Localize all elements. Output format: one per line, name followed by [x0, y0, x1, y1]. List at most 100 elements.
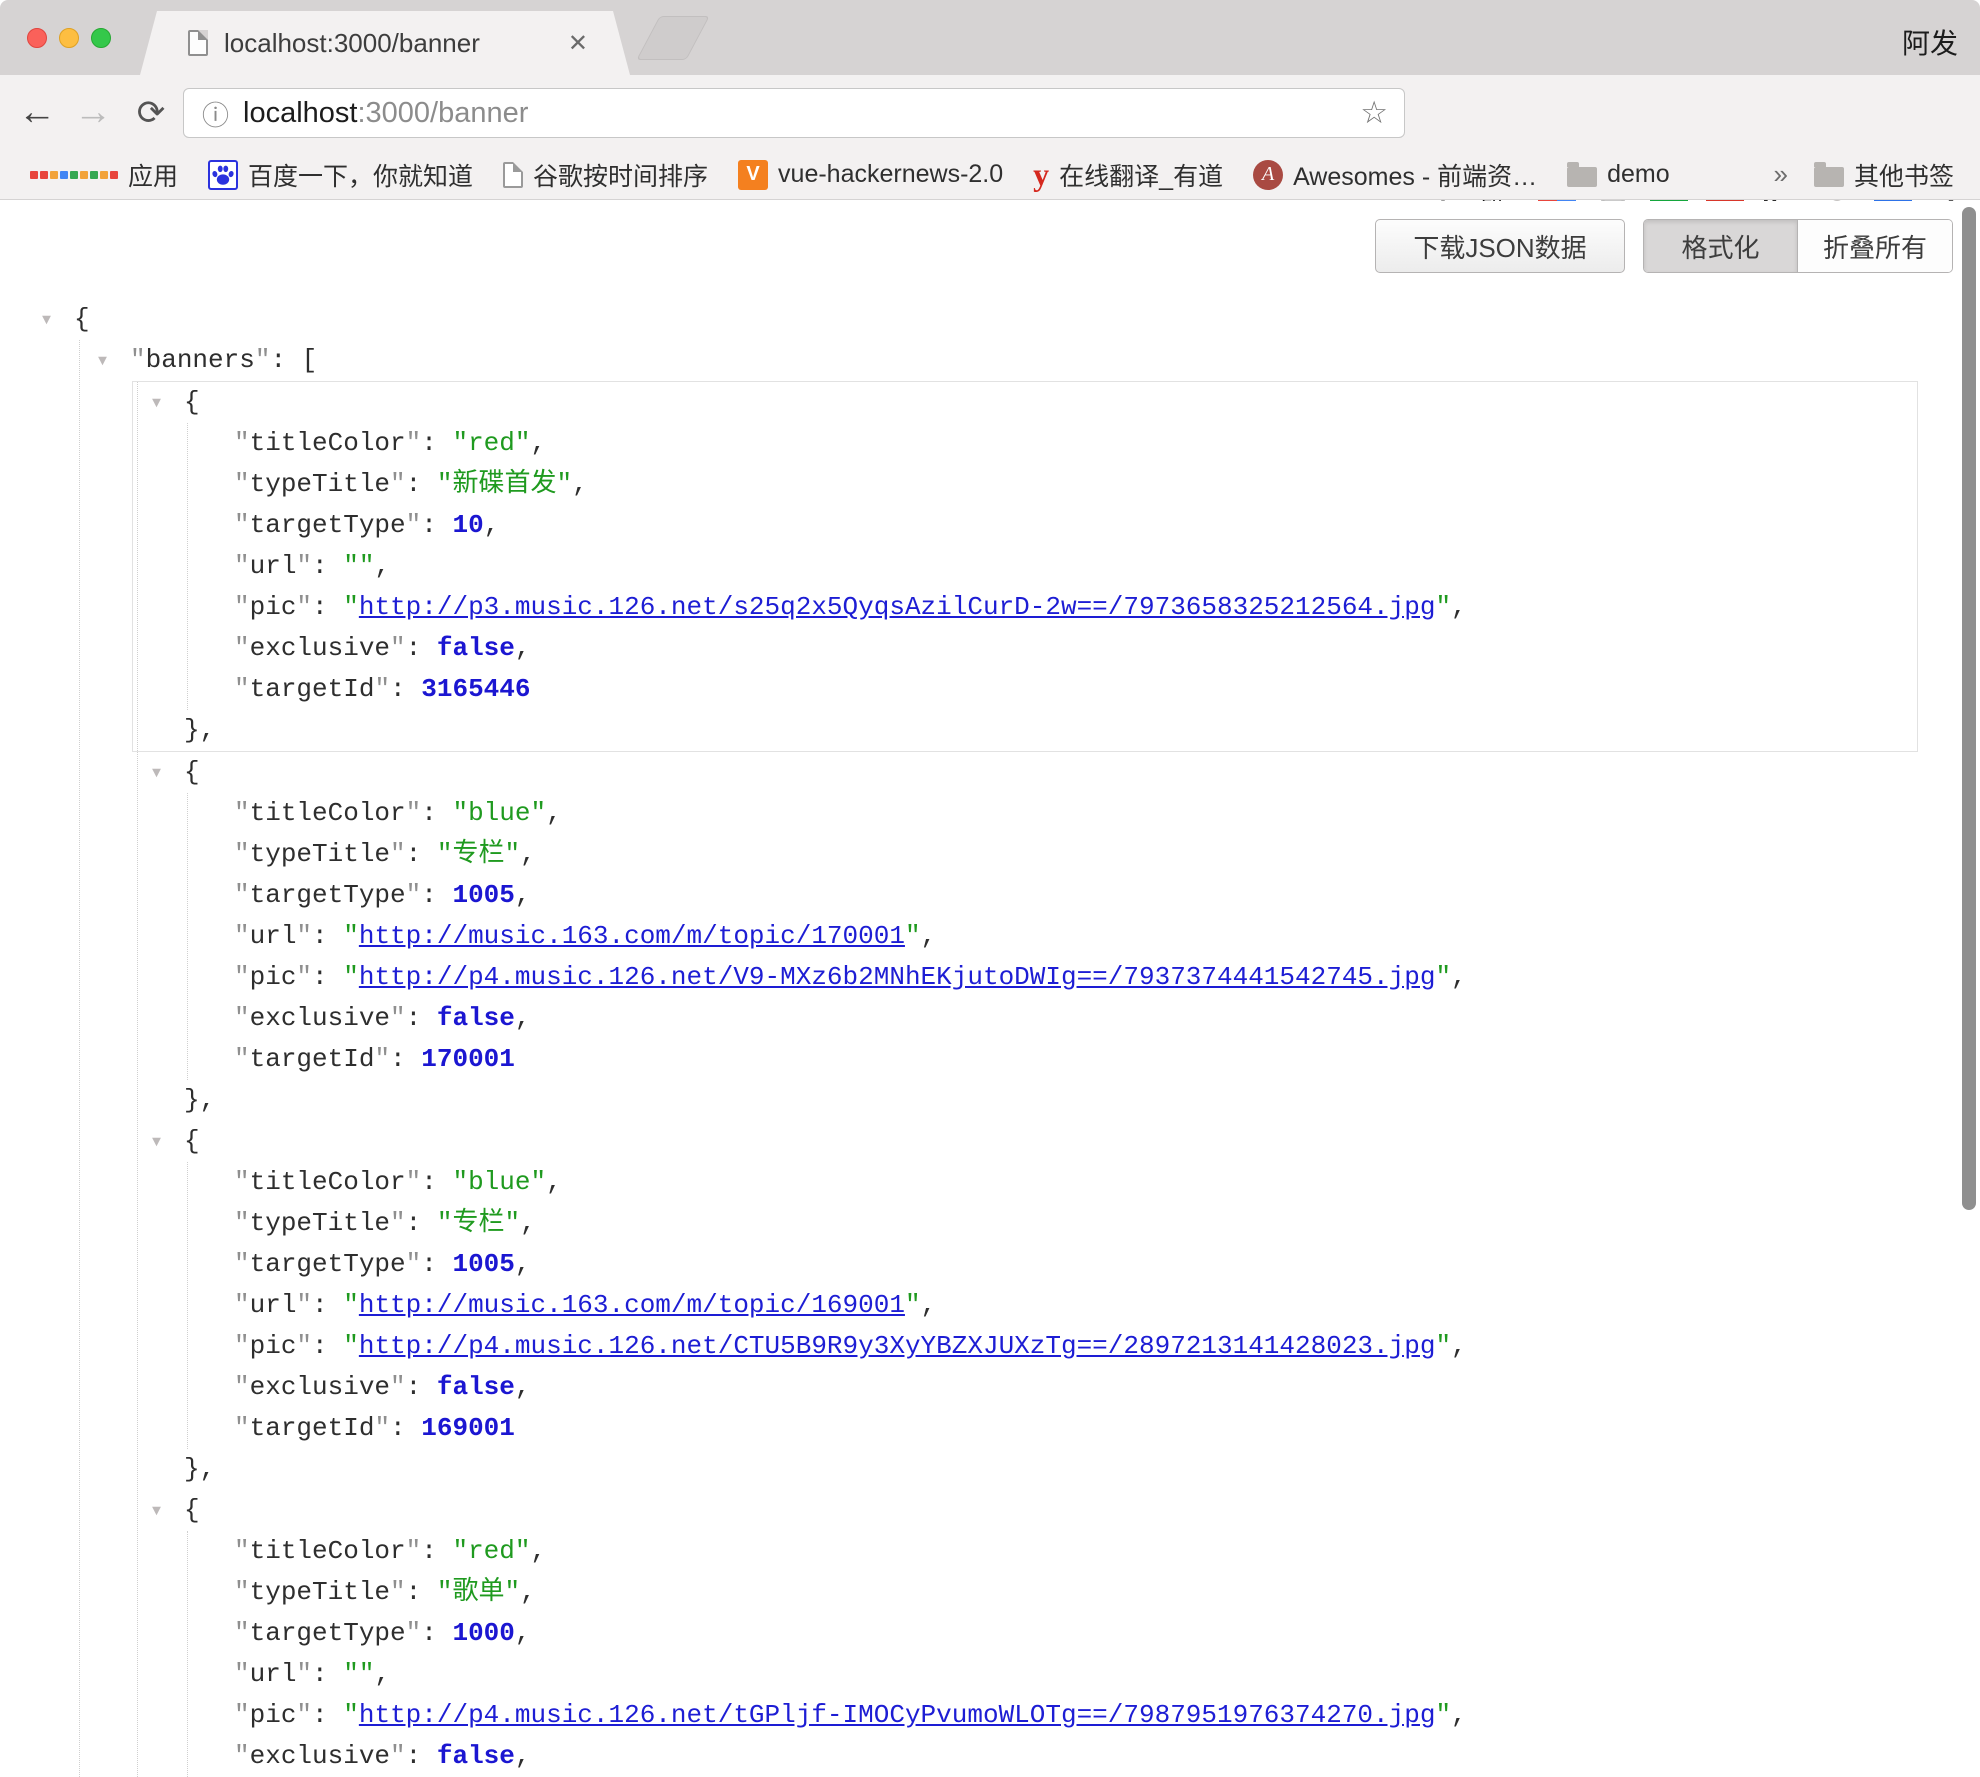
json-token-k: banners	[146, 345, 255, 375]
json-token-k: titleColor	[250, 428, 406, 458]
collapse-toggle-icon[interactable]: ▼	[152, 753, 161, 794]
bookmarks-overflow-icon[interactable]: »	[1774, 159, 1788, 190]
json-line: "typeTitle": "新碟首发",	[234, 464, 1917, 505]
json-token-p: :	[312, 962, 343, 992]
json-token-q: "	[234, 674, 250, 704]
json-link[interactable]: http://p4.music.126.net/tGPljf-IMOCyPvum…	[359, 1700, 1436, 1730]
json-token-s: "专栏"	[437, 1208, 520, 1238]
json-token-s: "blue"	[452, 798, 546, 828]
json-token-k: targetId	[250, 674, 375, 704]
json-token-p: },	[184, 1085, 215, 1115]
json-token-n: false	[437, 633, 515, 663]
json-token-s: "red"	[452, 1536, 530, 1566]
json-token-p: ,	[1451, 1700, 1467, 1730]
json-token-s: "	[1435, 962, 1451, 992]
json-token-p: :	[421, 510, 452, 540]
json-line: ▼{	[184, 382, 1917, 423]
json-token-p: :	[406, 1003, 437, 1033]
json-token-q: "	[406, 1249, 422, 1279]
collapse-toggle-icon[interactable]: ▼	[152, 1491, 161, 1532]
page-content: 下载JSON数据 格式化 折叠所有 ▼{▼"banners": [▼{"titl…	[0, 201, 1980, 1754]
youdao-icon: y	[1033, 156, 1049, 193]
back-icon[interactable]: ←	[14, 75, 60, 150]
json-token-p: ,	[546, 1167, 562, 1197]
json-token-s: "	[905, 1290, 921, 1320]
json-token-q: "	[234, 1741, 250, 1771]
window-close-button[interactable]	[27, 28, 47, 48]
json-line: ▼{	[74, 299, 1980, 340]
bookmark-apps[interactable]: 应用	[30, 157, 178, 193]
json-token-q: "	[296, 962, 312, 992]
json-array-item: ▼{"titleColor": "red","typeTitle": "歌单",…	[132, 1490, 1980, 1777]
json-token-p: :	[421, 1536, 452, 1566]
json-token-q: "	[234, 1003, 250, 1033]
json-token-p: :	[312, 1700, 343, 1730]
collapse-toggle-icon[interactable]: ▼	[152, 1122, 161, 1163]
tab-close-icon[interactable]: ✕	[568, 29, 588, 58]
json-token-p: :	[406, 469, 437, 499]
bookmark-baidu[interactable]: 百度一下，你就知道	[208, 157, 473, 193]
json-token-p: :	[390, 674, 421, 704]
info-icon[interactable]: ⓘ	[202, 94, 229, 133]
address-bar[interactable]: ⓘ localhost:3000/banner ☆	[183, 88, 1405, 138]
window-minimize-button[interactable]	[59, 28, 79, 48]
json-link[interactable]: http://music.163.com/m/topic/170001	[359, 921, 905, 951]
json-token-k: targetType	[250, 510, 406, 540]
json-link[interactable]: http://music.163.com/m/topic/169001	[359, 1290, 905, 1320]
json-line: },	[184, 1449, 1980, 1490]
json-token-p: ,	[1451, 962, 1467, 992]
bookmark-vue-hackernews[interactable]: V vue-hackernews-2.0	[738, 160, 1003, 190]
bookmark-awesomes[interactable]: A Awesomes - 前端资…	[1253, 157, 1537, 193]
collapse-toggle-icon[interactable]: ▼	[42, 300, 51, 341]
json-token-p: ,	[515, 1249, 531, 1279]
json-line: "pic": "http://p4.music.126.net/V9-MXz6b…	[234, 957, 1980, 998]
browser-tab[interactable]: localhost:3000/banner ✕	[140, 11, 630, 75]
view-mode-toggle: 格式化 折叠所有	[1643, 219, 1953, 273]
download-json-button[interactable]: 下载JSON数据	[1375, 219, 1625, 273]
other-bookmarks-folder[interactable]: 其他书签	[1814, 157, 1954, 193]
browser-user-name: 阿发	[1902, 22, 1958, 62]
json-token-k: targetType	[250, 880, 406, 910]
json-tree: ▼{▼"banners": [▼{"titleColor": "red","ty…	[0, 299, 1980, 1777]
json-line: "titleColor": "blue",	[234, 1162, 1980, 1203]
json-token-q: "	[234, 880, 250, 910]
bookmark-youdao[interactable]: y 在线翻译_有道	[1033, 156, 1223, 193]
json-token-p: :	[312, 1331, 343, 1361]
json-token-n: 10	[452, 510, 483, 540]
bookmark-demo-folder[interactable]: demo	[1567, 160, 1670, 189]
bookmark-label: 谷歌按时间排序	[533, 157, 708, 193]
json-token-p: ,	[530, 428, 546, 458]
json-token-k: titleColor	[250, 798, 406, 828]
json-token-q: "	[390, 1741, 406, 1771]
json-token-k: url	[250, 1659, 297, 1689]
json-token-q: "	[234, 1536, 250, 1566]
json-line: },	[184, 1080, 1980, 1121]
json-link[interactable]: http://p4.music.126.net/CTU5B9R9y3XyYBZX…	[359, 1331, 1436, 1361]
collapse-toggle-icon[interactable]: ▼	[152, 383, 161, 424]
json-token-p: :	[421, 798, 452, 828]
json-link[interactable]: http://p3.music.126.net/s25q2x5QyqsAzilC…	[359, 592, 1436, 622]
collapse-all-button[interactable]: 折叠所有	[1798, 220, 1952, 272]
json-token-q: "	[234, 1618, 250, 1648]
json-line: "targetType": 1005,	[234, 875, 1980, 916]
json-token-n: false	[437, 1741, 515, 1771]
bookmark-star-icon[interactable]: ☆	[1360, 95, 1388, 131]
json-line: ▼"banners": [	[130, 340, 1980, 381]
json-token-p: :	[390, 1413, 421, 1443]
collapse-toggle-icon[interactable]: ▼	[98, 341, 107, 382]
window-zoom-button[interactable]	[91, 28, 111, 48]
json-line: "url": "",	[234, 546, 1917, 587]
json-array-item: ▼{"titleColor": "blue","typeTitle": "专栏"…	[132, 752, 1980, 1121]
json-link[interactable]: http://p4.music.126.net/V9-MXz6b2MNhEKju…	[359, 962, 1436, 992]
reload-icon[interactable]: ⟳	[128, 75, 174, 150]
json-token-p: ,	[530, 1536, 546, 1566]
json-token-q: "	[296, 921, 312, 951]
json-line: "titleColor": "red",	[234, 423, 1917, 464]
scrollbar-thumb[interactable]	[1962, 207, 1976, 1210]
bookmark-google-sort[interactable]: 谷歌按时间排序	[503, 157, 708, 193]
json-token-n: 1000	[452, 1618, 514, 1648]
format-button[interactable]: 格式化	[1644, 220, 1798, 272]
new-tab-button[interactable]	[636, 16, 709, 60]
json-token-p: :	[406, 1208, 437, 1238]
json-token-n: false	[437, 1003, 515, 1033]
